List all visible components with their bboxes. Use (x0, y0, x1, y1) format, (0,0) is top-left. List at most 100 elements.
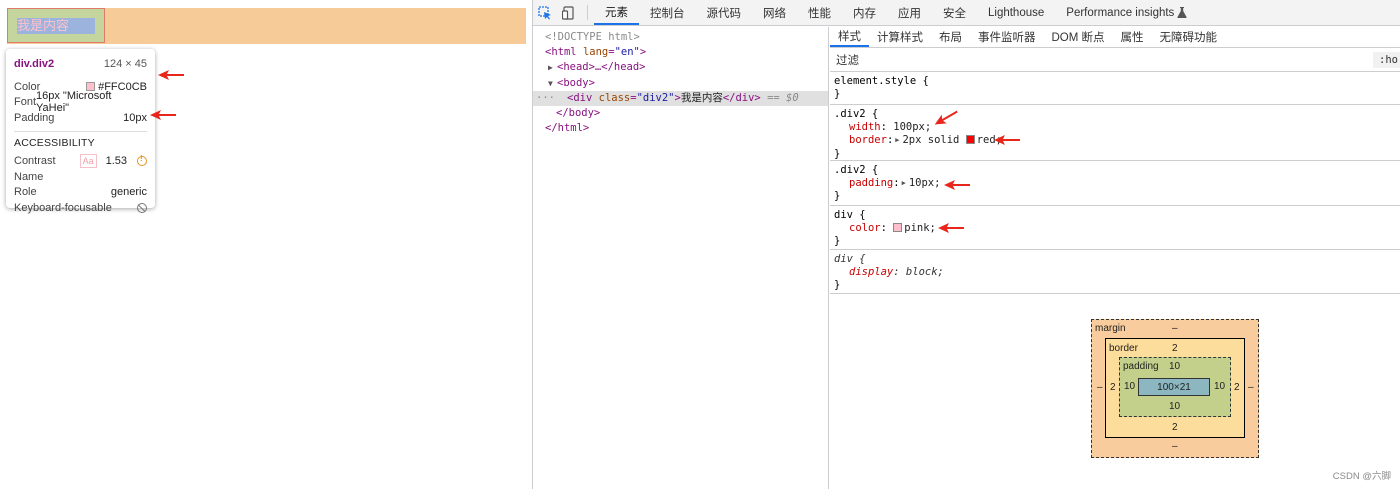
rule-selector: .div2 { (834, 108, 879, 120)
dom-tree: <!DOCTYPE html> <html lang="en"> ▶ <head>… (533, 27, 829, 489)
tooltip-role-row: Role generic (14, 185, 147, 201)
dom-html-close[interactable]: </html> (533, 121, 828, 136)
flask-icon (1177, 7, 1187, 18)
red-arrow-icon (150, 110, 176, 120)
tab-lighthouse[interactable]: Lighthouse (977, 0, 1055, 25)
prop-value: block; (905, 266, 944, 279)
margin-bottom-value[interactable]: – (1172, 441, 1178, 452)
style-rule-element-style[interactable]: element.style { } (830, 72, 1400, 105)
subtab-computed[interactable]: 计算样式 (869, 27, 931, 47)
prop-color[interactable]: color: pink; (834, 222, 1396, 235)
border-left-value[interactable]: 2 (1110, 382, 1116, 393)
padding-top-value[interactable]: 10 (1169, 361, 1180, 372)
margin-top-value[interactable]: – (1172, 323, 1178, 334)
tab-performance-insights-label: Performance insights (1066, 6, 1175, 19)
box-model-padding: padding 10 10 10 10 100×21 (1119, 357, 1231, 417)
focusable-key: Keyboard-focusable (14, 201, 112, 214)
subtab-dom-breakpoints[interactable]: DOM 断点 (1044, 27, 1113, 47)
dom-body-open[interactable]: ▼ <body> (533, 76, 828, 91)
body-close-text: </body> (556, 106, 601, 119)
subtab-layout[interactable]: 布局 (931, 27, 970, 47)
html-attr-value: "en" (614, 46, 640, 59)
tab-network[interactable]: 网络 (752, 0, 797, 25)
dom-body-close[interactable]: </body> (533, 106, 828, 121)
subtab-accessibility[interactable]: 无障碍功能 (1152, 27, 1226, 47)
border-bottom-value[interactable]: 2 (1172, 422, 1178, 433)
device-toggle-icon[interactable] (557, 0, 581, 25)
dom-html-open[interactable]: <html lang="en"> (533, 45, 828, 60)
box-model-border: border 2 2 2 2 padding 10 10 10 10 100×2… (1105, 338, 1245, 438)
html-tag-name: html (551, 46, 577, 59)
style-rule-div-color[interactable]: div { color: pink; } (830, 206, 1400, 250)
more-options-icon[interactable]: ··· (533, 91, 567, 106)
style-rule-div-display[interactable]: div { display: block; } (830, 250, 1400, 294)
subtab-properties[interactable]: 属性 (1113, 27, 1152, 47)
color-swatch-icon[interactable] (965, 135, 975, 145)
accessibility-heading: ACCESSIBILITY (14, 136, 95, 149)
div-text: 我是内容 (17, 18, 70, 33)
tooltip-font-row: Font 16px "Microsoft YaHei" (14, 90, 147, 114)
padding-left-value[interactable]: 10 (1124, 381, 1135, 392)
margin-label: margin (1095, 323, 1126, 334)
div-open-tag: <div (567, 91, 593, 104)
red-arrow-icon (994, 135, 1020, 145)
doctype-text: <!DOCTYPE html> (545, 31, 640, 43)
expand-triangle-icon[interactable]: ▶ (902, 177, 906, 190)
dom-div-selected[interactable]: ··· <div class="div2">我是内容</div> == $0 (533, 90, 828, 106)
tooltip-font-key: Font (14, 96, 37, 109)
tab-sources[interactable]: 源代码 (696, 0, 753, 25)
prop-width[interactable]: width: 100px; (834, 121, 1396, 134)
prop-value: 2px solid (902, 134, 960, 147)
style-rule-div2-padding[interactable]: .div2 { padding: ▶ 10px; } (830, 161, 1400, 206)
tooltip-divider (14, 130, 147, 132)
contrast-badge: Aa (79, 154, 97, 169)
red-arrow-icon (938, 223, 964, 233)
prop-name: padding (849, 177, 894, 190)
inspect-element-icon[interactable] (533, 0, 557, 25)
tab-security[interactable]: 安全 (932, 0, 977, 25)
margin-right-value[interactable]: – (1248, 382, 1254, 393)
subtab-event-listeners[interactable]: 事件监听器 (970, 27, 1044, 47)
watermark: CSDN @六脚 (1332, 471, 1391, 482)
tab-memory[interactable]: 内存 (842, 0, 887, 25)
tab-performance-insights[interactable]: Performance insights (1055, 0, 1198, 25)
box-model-content[interactable]: 100×21 (1138, 378, 1210, 396)
hov-toggle-button[interactable]: :ho (1373, 51, 1400, 68)
prop-name: color (849, 222, 881, 235)
subtab-styles[interactable]: 样式 (830, 27, 869, 47)
box-model-diagram: margin – – – – border 2 2 2 2 padding 10… (1091, 319, 1259, 458)
tab-console[interactable]: 控制台 (639, 0, 696, 25)
rule-selector: div { (834, 209, 866, 221)
expand-triangle-icon[interactable]: ▶ (548, 60, 557, 75)
rule-close-brace: } (834, 147, 841, 160)
toolbar-separator (587, 5, 588, 20)
head-text: <head>…</head> (557, 61, 646, 74)
styles-filter-bar: 过滤 :ho (830, 48, 1400, 72)
filter-input[interactable]: 过滤 (836, 52, 859, 68)
tooltip-name-row: Name (14, 169, 147, 185)
border-label: border (1109, 343, 1138, 354)
body-open-text: <body> (557, 76, 595, 89)
prop-border[interactable]: border: ▶ 2px solid red; (834, 134, 1396, 147)
tab-performance[interactable]: 性能 (797, 0, 842, 25)
prop-display[interactable]: display: block; (834, 266, 1396, 279)
collapse-triangle-icon[interactable]: ▼ (548, 76, 557, 91)
styles-pane: 样式 计算样式 布局 事件监听器 DOM 断点 属性 无障碍功能 过滤 :ho … (830, 27, 1400, 489)
dom-head[interactable]: ▶ <head>…</head> (533, 60, 828, 75)
tab-application[interactable]: 应用 (887, 0, 932, 25)
border-top-value[interactable]: 2 (1172, 343, 1178, 354)
prop-padding[interactable]: padding: ▶ 10px; (834, 177, 1396, 190)
padding-bottom-value[interactable]: 10 (1169, 401, 1180, 412)
prop-value: pink; (904, 222, 936, 235)
expand-triangle-icon[interactable]: ▶ (895, 134, 899, 147)
div-attr-value: "div2" (636, 91, 675, 104)
dom-doctype[interactable]: <!DOCTYPE html> (533, 30, 828, 45)
padding-right-value[interactable]: 10 (1214, 381, 1225, 392)
tooltip-font-value: 16px "Microsoft YaHei" (36, 90, 112, 115)
rule-selector: element.style { (834, 75, 929, 87)
color-swatch-icon[interactable] (893, 223, 903, 233)
border-right-value[interactable]: 2 (1234, 382, 1240, 393)
margin-left-value[interactable]: – (1097, 382, 1103, 393)
tab-elements[interactable]: 元素 (594, 0, 639, 25)
style-rule-div2-width-border[interactable]: .div2 { width: 100px; border: ▶ 2px solid … (830, 105, 1400, 161)
